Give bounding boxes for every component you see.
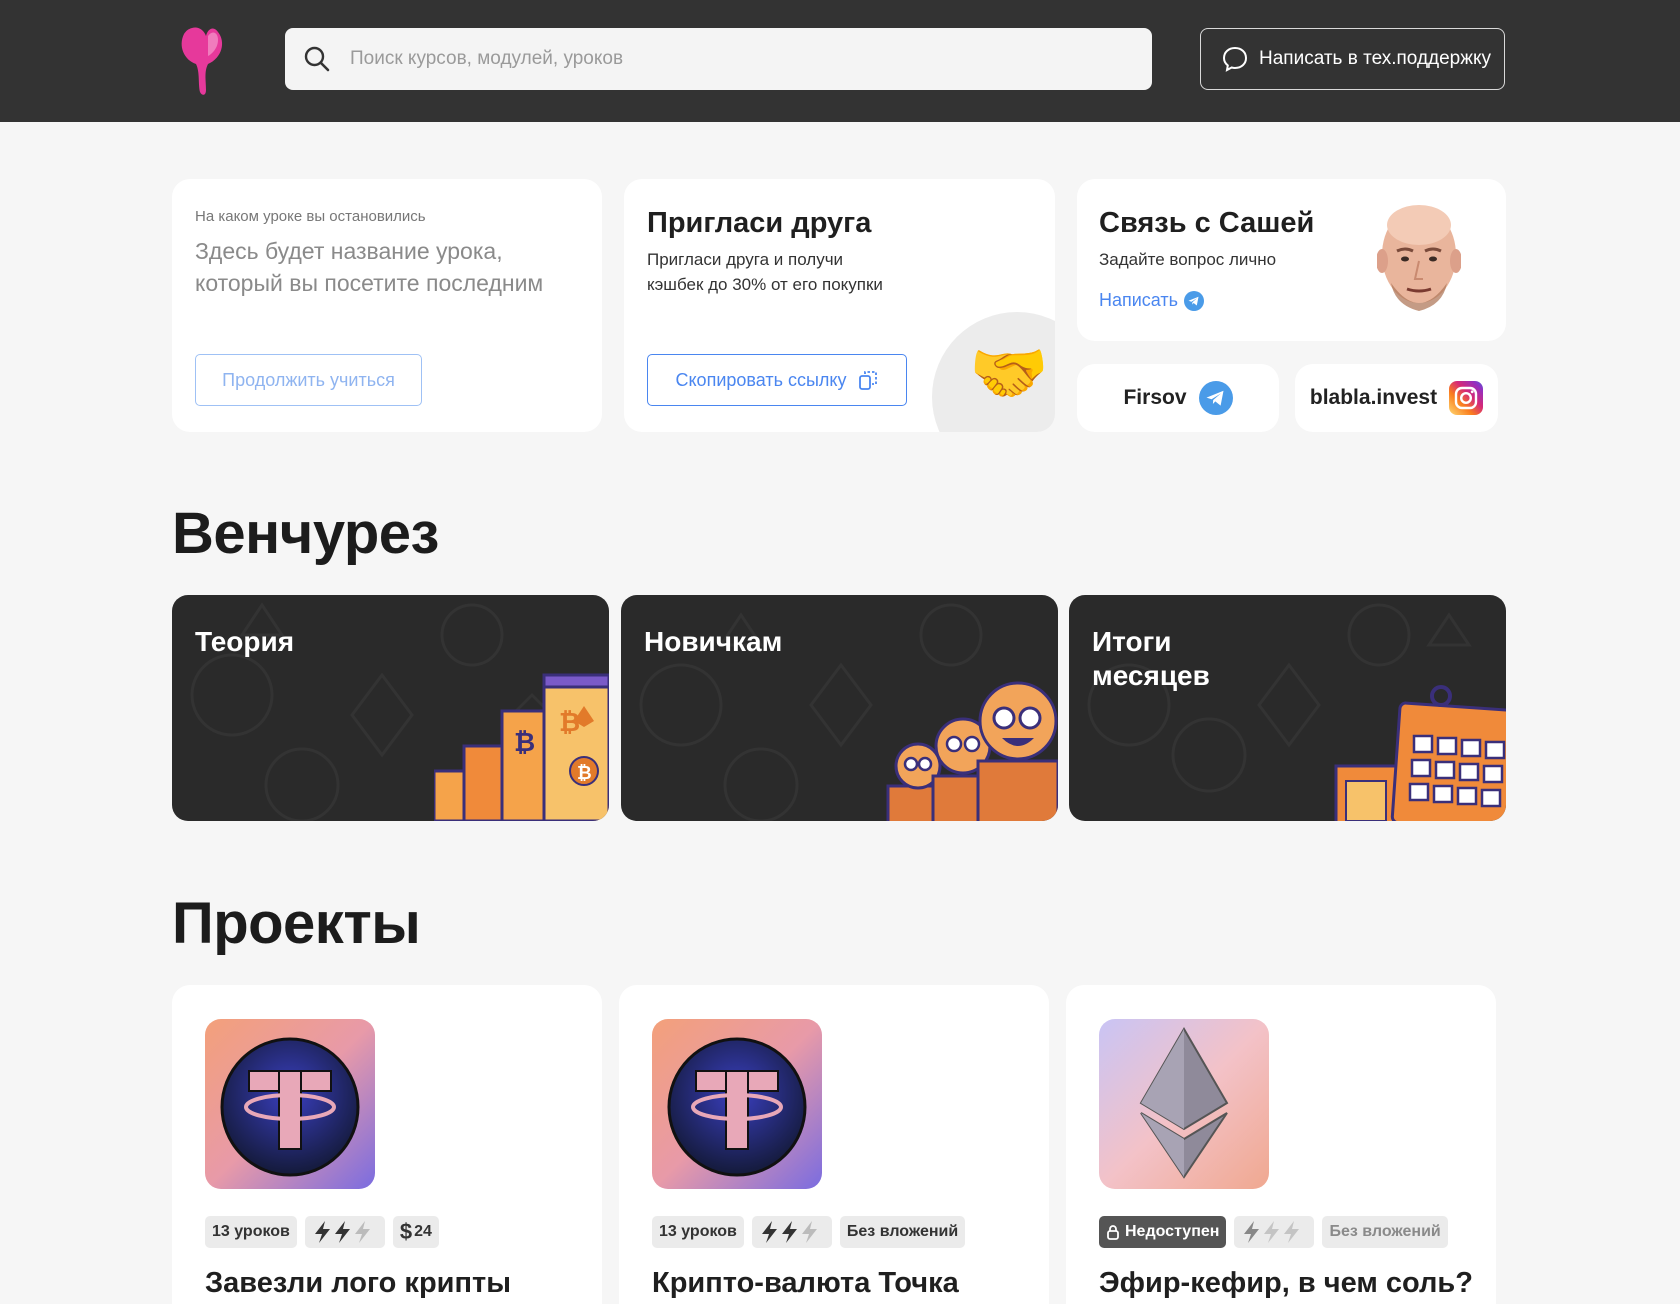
difficulty-badge: [304, 1216, 385, 1248]
svg-text:₿: ₿: [514, 727, 535, 757]
calendar-icon: [1334, 685, 1506, 821]
copy-icon: [858, 371, 877, 390]
svg-text:₿: ₿: [577, 763, 592, 783]
project-title: Завезли лого крипты: [205, 1267, 511, 1299]
handshake-icon: 🤝: [969, 337, 1049, 409]
invite-description: Пригласи друга и получи кэшбек до 30% от…: [647, 250, 883, 294]
last-lesson-title: Здесь будет название урока, который вы п…: [195, 238, 544, 296]
venture-card-beginners[interactable]: Новичкам: [621, 595, 1058, 821]
support-button[interactable]: Написать в тех.поддержку: [1200, 28, 1505, 90]
continue-learning-button[interactable]: Продолжить учиться: [195, 354, 422, 406]
lock-icon: [1107, 1225, 1119, 1240]
project-tags: Недоступен Без вложений: [1099, 1216, 1448, 1248]
instagram-label: blabla.invest: [1309, 386, 1438, 409]
contact-title: Связь с Сашей: [1099, 207, 1315, 239]
venture-card-monthly-title: Итоги месяцев: [1092, 626, 1210, 691]
project-card[interactable]: 13 уроков $24 Завезли лого крипты: [172, 985, 602, 1304]
telegram-channel-label: Firsov: [1123, 386, 1187, 409]
lessons-count-badge: 13 уроков: [652, 1216, 744, 1248]
last-lesson-card: На каком уроке вы остановились Здесь буд…: [172, 179, 602, 432]
project-card[interactable]: Недоступен Без вложений Эфир-кефир, в че…: [1066, 985, 1496, 1304]
status-label: Недоступен: [1125, 1223, 1220, 1240]
project-card[interactable]: 13 уроков Без вложений Крипто-валюта Точ…: [619, 985, 1049, 1304]
project-tags: 13 уроков Без вложений: [652, 1216, 966, 1248]
instagram-icon: [1449, 381, 1484, 415]
tether-logo-icon: [205, 1019, 375, 1189]
difficulty-badge: [751, 1216, 832, 1248]
invite-title: Пригласи друга: [647, 207, 872, 239]
chat-bubble-icon: [1222, 46, 1248, 72]
telegram-channel-link[interactable]: Firsov: [1077, 364, 1279, 432]
price-badge: $24: [392, 1216, 439, 1248]
project-title: Эфир-кефир, в чем соль?: [1099, 1267, 1473, 1299]
dollar-icon: $: [399, 1219, 413, 1244]
venture-card-monthly[interactable]: Итоги месяцев: [1069, 595, 1506, 821]
copy-link-label: Скопировать ссылку: [675, 369, 847, 390]
project-tags: 13 уроков $24: [205, 1216, 439, 1248]
projects-heading: Проекты: [172, 891, 421, 956]
telegram-icon: [1184, 290, 1205, 311]
support-button-label: Написать в тех.поддержку: [1259, 48, 1491, 69]
tether-logo-icon: [652, 1019, 822, 1189]
investment-badge: Без вложений: [1322, 1216, 1448, 1248]
status-badge: Недоступен: [1099, 1216, 1227, 1248]
contact-card: Связь с Сашей Задайте вопрос лично Напис…: [1077, 179, 1506, 341]
instagram-link[interactable]: blabla.invest: [1295, 364, 1498, 432]
logo-icon[interactable]: [178, 26, 226, 96]
venture-card-theory-title: Теория: [195, 626, 295, 657]
lessons-count-badge: 13 уроков: [205, 1216, 297, 1248]
venture-card-beginners-title: Новичкам: [644, 626, 783, 657]
investment-badge: Без вложений: [839, 1216, 966, 1248]
lightning-icon: [1244, 1221, 1300, 1243]
invite-friend-card: Пригласи друга Пригласи друга и получи к…: [624, 179, 1055, 432]
difficulty-badge: [1234, 1216, 1315, 1248]
contact-description: Задайте вопрос лично: [1099, 250, 1277, 269]
lightning-icon: [761, 1221, 817, 1243]
search-icon: [304, 46, 330, 72]
avatar: [1377, 205, 1461, 311]
venture-heading: Венчурез: [172, 501, 439, 566]
project-title: Крипто-валюта Точка: [652, 1267, 959, 1299]
lightning-icon: [314, 1221, 370, 1243]
crypto-books-icon: ₿ ₿ ₿: [434, 673, 609, 821]
search-input[interactable]: [350, 48, 1110, 70]
price-value: 24: [414, 1223, 432, 1240]
write-link[interactable]: Написать: [1099, 290, 1205, 311]
telegram-icon: [1198, 381, 1233, 415]
last-lesson-label: На каком уроке вы остановились: [195, 208, 426, 225]
search-bar[interactable]: [285, 28, 1152, 90]
ethereum-logo-icon: [1099, 1019, 1269, 1189]
bald-guys-icon: [886, 681, 1058, 821]
top-bar: Написать в тех.поддержку: [0, 0, 1680, 122]
write-link-label: Написать: [1099, 290, 1179, 310]
venture-card-theory[interactable]: Теория ₿ ₿ ₿: [172, 595, 609, 821]
copy-link-button[interactable]: Скопировать ссылку: [647, 354, 907, 406]
